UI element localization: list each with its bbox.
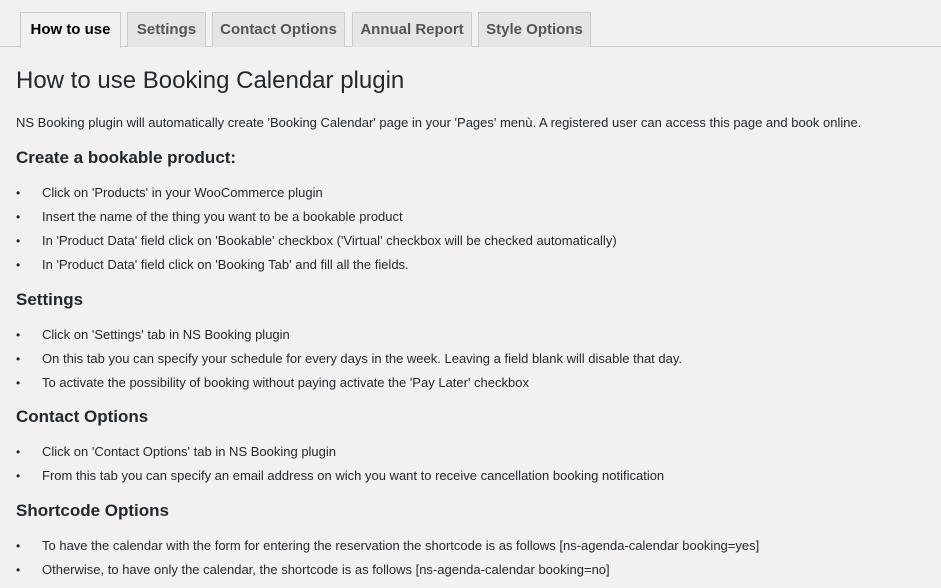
list-item: • Click on 'Settings' tab in NS Booking p… — [16, 323, 682, 347]
list-item-text: Click on 'Contact Options' tab in NS Boo… — [42, 444, 337, 459]
list-shortcode-options: • To have the calendar with the form for … — [16, 534, 759, 582]
list-item: • Click on 'Products' in your WooCommerce… — [16, 181, 617, 205]
list-contact-options: • Click on 'Contact Options' tab in NS Bo… — [16, 440, 664, 488]
list-item: • In 'Product Data' field click on 'Booka… — [16, 229, 617, 253]
intro-text: NS Booking plugin will automatically cre… — [16, 115, 862, 130]
bullet-icon: • — [16, 186, 21, 200]
bullet-icon: • — [16, 328, 21, 342]
bullet-icon: • — [16, 469, 21, 483]
bullet-icon: • — [16, 376, 21, 390]
bullet-icon: • — [16, 445, 21, 459]
section-title-shortcode-options: Shortcode Options — [16, 501, 169, 520]
list-item-text: To activate the possibility of booking w… — [42, 375, 529, 390]
list-item: • To have the calendar with the form for … — [16, 534, 759, 558]
list-item-text: Click on 'Products' in your WooCommerce … — [42, 185, 323, 200]
list-item-text: In 'Product Data' field click on 'Bookin… — [42, 257, 409, 272]
tab-settings[interactable]: Settings — [127, 12, 206, 47]
tab-annual-report[interactable]: Annual Report — [352, 12, 472, 47]
list-item: • To activate the possibility of booking … — [16, 371, 682, 395]
tab-contact-options[interactable]: Contact Options — [212, 12, 345, 47]
list-item-text: In 'Product Data' field click on 'Bookab… — [42, 233, 617, 248]
list-item: • From this tab you can specify an email … — [16, 464, 664, 488]
tab-style-options[interactable]: Style Options — [478, 12, 591, 47]
list-item-text: On this tab you can specify your schedul… — [42, 351, 683, 366]
list-item: • Otherwise, to have only the calendar, t… — [16, 558, 759, 582]
page-title: How to use Booking Calendar plugin — [16, 67, 405, 94]
list-item-text: Click on 'Settings' tab in NS Booking pl… — [42, 327, 290, 342]
list-item: • On this tab you can specify your schedu… — [16, 347, 682, 371]
list-item-text: Otherwise, to have only the calendar, th… — [42, 562, 610, 577]
tab-how-to-use[interactable]: How to use — [20, 12, 121, 48]
list-item-text: Insert the name of the thing you want to… — [42, 209, 403, 224]
list-settings: • Click on 'Settings' tab in NS Booking p… — [16, 323, 682, 395]
list-item: • In 'Product Data' field click on 'Booki… — [16, 253, 617, 277]
list-item: • Click on 'Contact Options' tab in NS Bo… — [16, 440, 664, 464]
list-item-text: From this tab you can specify an email a… — [42, 468, 665, 483]
bullet-icon: • — [16, 210, 21, 224]
section-title-settings: Settings — [16, 290, 84, 309]
bullet-icon: • — [16, 234, 21, 248]
list-item-text: To have the calendar with the form for e… — [42, 538, 760, 553]
section-title-create-product: Create a bookable product: — [16, 148, 237, 167]
tab-bar: How to use Settings Contact Options Annu… — [0, 0, 941, 48]
bullet-icon: • — [16, 539, 21, 553]
list-item: • Insert the name of the thing you want t… — [16, 205, 617, 229]
bullet-icon: • — [16, 563, 21, 577]
bullet-icon: • — [16, 352, 21, 366]
list-create-product: • Click on 'Products' in your WooCommerce… — [16, 181, 617, 277]
bullet-icon: • — [16, 258, 21, 272]
section-title-contact-options: Contact Options — [16, 407, 149, 426]
